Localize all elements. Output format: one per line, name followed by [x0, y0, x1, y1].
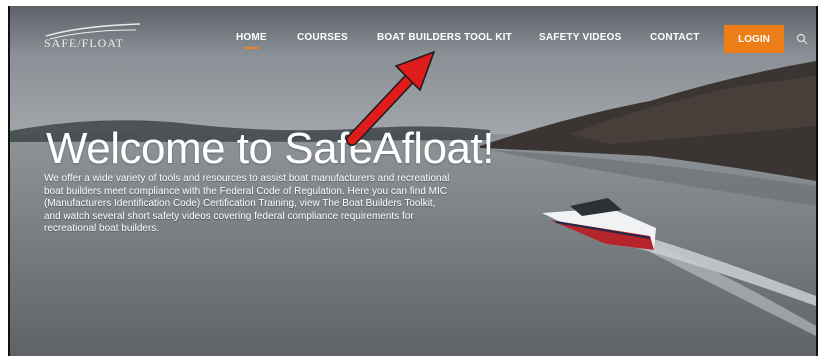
site-logo[interactable]: SAFE/FLOAT: [40, 20, 150, 54]
nav-courses[interactable]: COURSES: [297, 32, 348, 43]
nav-home[interactable]: HOME: [236, 32, 267, 49]
nav-contact[interactable]: CONTACT: [650, 32, 700, 43]
intro-line: (Manufacturers Identification Code) Cert…: [44, 198, 436, 209]
browser-viewport: SAFE/FLOAT HOME COURSES BOAT BUILDERS TO…: [8, 6, 818, 356]
intro-text: We offer a wide variety of tools and res…: [44, 173, 530, 236]
red-arrow-annotation: [346, 50, 436, 146]
login-button[interactable]: LOGIN: [724, 25, 784, 53]
logo-text: SAFE/FLOAT: [44, 36, 125, 50]
intro-line: recreational boat builders.: [44, 223, 160, 234]
search-icon[interactable]: [796, 33, 808, 45]
intro-line: and watch several short safety videos co…: [44, 210, 414, 222]
nav-safety-videos[interactable]: SAFETY VIDEOS: [539, 32, 621, 43]
intro-line: We offer a wide variety of tools and res…: [44, 173, 450, 184]
nav-boat-builders-tool-kit[interactable]: BOAT BUILDERS TOOL KIT: [377, 32, 512, 43]
intro-line: boat builders meet compliance with the F…: [44, 185, 447, 197]
